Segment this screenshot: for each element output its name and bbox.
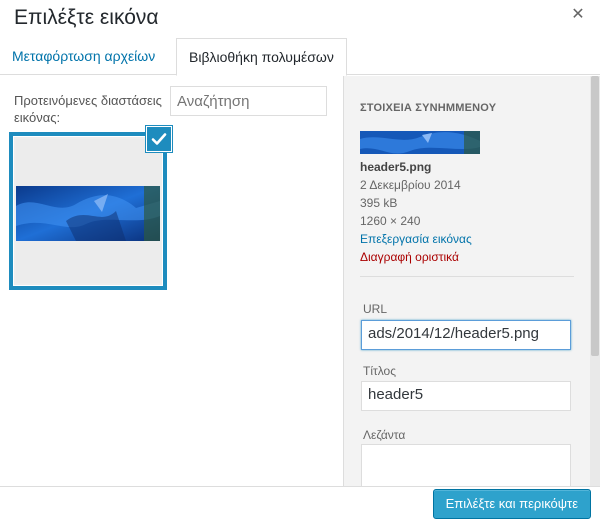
url-value: ads/2014/12/header5.png: [368, 325, 539, 342]
caption-label: Λεζάντα: [363, 428, 406, 442]
sidebar-scrollbar-thumb[interactable]: [591, 76, 599, 356]
modal-toolbar: Επιλέξτε και περικόψτε: [0, 486, 600, 523]
close-icon[interactable]: ✕: [568, 4, 588, 26]
select-and-crop-button[interactable]: Επιλέξτε και περικόψτε: [432, 489, 591, 519]
attachment-filename: header5.png: [360, 160, 432, 174]
url-label: URL: [363, 302, 388, 316]
details-thumbnail-image: [360, 131, 480, 154]
modal-title: Επιλέξτε εικόνα: [14, 6, 159, 29]
edit-image-link[interactable]: Επεξεργασία εικόνας: [360, 232, 472, 246]
url-field[interactable]: ads/2014/12/header5.png: [361, 320, 571, 350]
modal-header: Επιλέξτε εικόνα ✕: [0, 0, 600, 38]
suggested-dimensions-label: Προτεινόμενες διαστάσεις εικόνας:: [14, 93, 162, 125]
delete-permanently-link[interactable]: Διαγραφή οριστικά: [360, 250, 459, 264]
attachment-thumbnail[interactable]: [9, 132, 167, 290]
attachment-details-sidebar: ΣΤΟΙΧΕΙΑ ΣΥΝΗΜΜΕΝΟΥ header5.png 2 Δεκεμβ…: [343, 76, 600, 504]
router-tabs: Μεταφόρτωση αρχείων Βιβλιοθήκη πολυμέσων: [0, 38, 600, 76]
attachment-filesize: 395 kB: [360, 196, 398, 210]
tab-media-library[interactable]: Βιβλιοθήκη πολυμέσων: [176, 38, 347, 76]
title-field[interactable]: header5: [361, 381, 571, 411]
attachment-date: 2 Δεκεμβρίου 2014: [360, 178, 461, 192]
attachment-dimensions: 1260 × 240: [360, 214, 421, 228]
title-label: Τίτλος: [363, 364, 397, 378]
search-input[interactable]: [170, 86, 327, 116]
details-divider: [360, 276, 574, 277]
thumbnail-image: [16, 186, 160, 241]
tab-upload-files[interactable]: Μεταφόρτωση αρχείων: [0, 38, 167, 75]
thumbnail-frame: [16, 139, 160, 283]
check-icon[interactable]: [147, 127, 171, 151]
attachment-details-heading: ΣΤΟΙΧΕΙΑ ΣΥΝΗΜΜΕΝΟΥ: [360, 102, 497, 114]
